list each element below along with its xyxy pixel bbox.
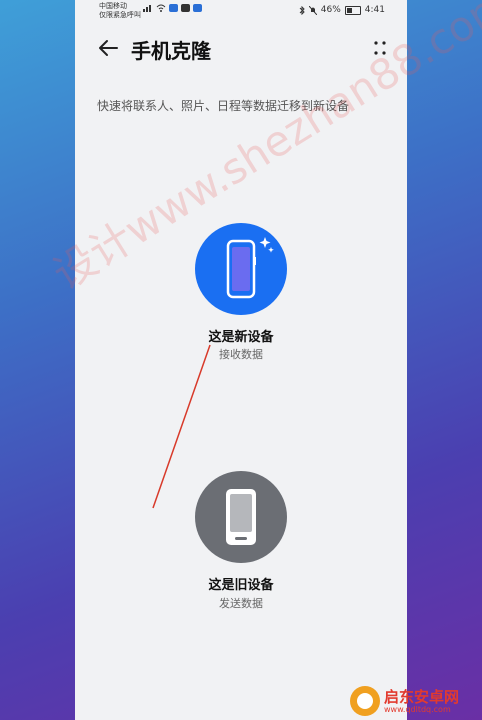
logo-url: www.qdltdq.com — [384, 704, 451, 714]
site-logo: 启东安卓网 www.qdltdq.com — [350, 682, 482, 720]
logo-name: 启东安卓网 — [384, 687, 460, 706]
annotation-line — [152, 344, 211, 509]
logo-mark-icon — [350, 686, 380, 716]
